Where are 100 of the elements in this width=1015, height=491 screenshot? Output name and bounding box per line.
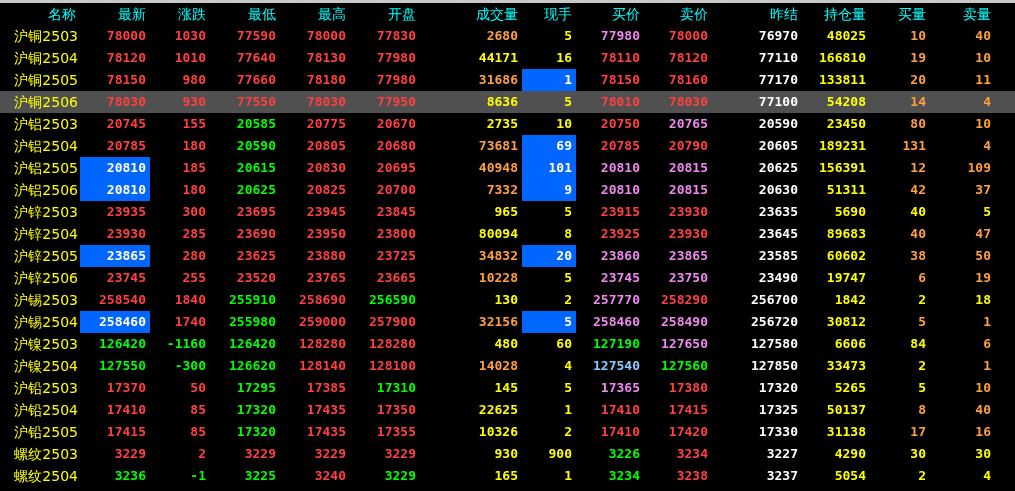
cell-value: 40 bbox=[975, 402, 991, 417]
column-header[interactable]: 卖量 bbox=[930, 3, 995, 25]
cell-value: 20815 bbox=[668, 160, 708, 175]
cell-value: 3225 bbox=[244, 468, 276, 483]
cell-value: 17410 bbox=[600, 402, 640, 417]
cell-value: 2680 bbox=[486, 28, 518, 43]
cell-value: 23695 bbox=[236, 204, 276, 219]
table-row[interactable]: 沪铜2503 78000 1030 77590 78000 77830 2680 5 77980 78000 76970 48025 10 40 bbox=[0, 25, 1015, 47]
cell-value: 76970 bbox=[758, 28, 798, 43]
cell-value: 23915 bbox=[600, 204, 640, 219]
cell-value: 258460 bbox=[593, 314, 640, 329]
column-header[interactable]: 最低 bbox=[210, 3, 280, 25]
cell-value: 3229 bbox=[314, 446, 346, 461]
cell-value: 5690 bbox=[834, 204, 866, 219]
column-header[interactable]: 最新 bbox=[80, 3, 150, 25]
table-row[interactable]: 沪铅2504 17410 85 17320 17435 17350 22625 1 17410 17415 17325 50137 8 40 bbox=[0, 399, 1015, 421]
cell-value: 300 bbox=[182, 204, 206, 219]
cell-value: 156391 bbox=[819, 160, 866, 175]
cell-value: 23635 bbox=[758, 204, 798, 219]
cell-value: 78000 bbox=[668, 28, 708, 43]
cell-value: 930 bbox=[494, 446, 518, 461]
cell-value: 77980 bbox=[600, 28, 640, 43]
table-row[interactable]: 沪铜2505 78150 980 77660 78180 77980 31686 1 78150 78160 77170 133811 20 11 bbox=[0, 69, 1015, 91]
cell-value: 23585 bbox=[758, 248, 798, 263]
column-header[interactable]: 最高 bbox=[280, 3, 350, 25]
cell-value: 20805 bbox=[306, 138, 346, 153]
cell-value: 31686 bbox=[478, 72, 518, 87]
table-row[interactable]: 沪锡2503 258540 1840 255910 258690 256590 130 2 257770 258290 256700 1842 2 18 bbox=[0, 289, 1015, 311]
table-row[interactable]: 沪铜2504 78120 1010 77640 78130 77980 44171 16 78110 78120 77110 166810 19 10 bbox=[0, 47, 1015, 69]
column-header[interactable]: 涨跌 bbox=[150, 3, 210, 25]
contract-name: 沪铜2505 bbox=[13, 71, 79, 90]
column-header[interactable]: 卖价 bbox=[644, 3, 712, 25]
cell-value: 23450 bbox=[826, 116, 866, 131]
cell-value: 17435 bbox=[306, 402, 346, 417]
table-row[interactable]: 沪锌2504 23930 285 23690 23950 23800 80094 8 23925 23930 23645 89683 40 47 bbox=[0, 223, 1015, 245]
cell-value: 10 bbox=[975, 50, 991, 65]
table-row[interactable]: 沪锡2504 258460 1740 255980 259000 257900 32156 5 258460 258490 256720 30812 5 1 bbox=[0, 311, 1015, 333]
table-row[interactable]: 沪铝2504 20785 180 20590 20805 20680 73681 69 20785 20790 20605 189231 131 4 bbox=[0, 135, 1015, 157]
cell-value: 17380 bbox=[668, 380, 708, 395]
cell-value: 23690 bbox=[236, 226, 276, 241]
table-row[interactable]: 沪锌2503 23935 300 23695 23945 23845 965 5 23915 23930 23635 5690 40 5 bbox=[0, 201, 1015, 223]
cell-value: 127650 bbox=[661, 336, 708, 351]
cell-value: 3226 bbox=[608, 446, 640, 461]
cell-value: 23765 bbox=[306, 270, 346, 285]
cell-value: 5 bbox=[564, 94, 572, 109]
cell-value: 3229 bbox=[114, 446, 146, 461]
contract-name: 沪铜2503 bbox=[13, 27, 79, 46]
cell-value: 40 bbox=[975, 28, 991, 43]
table-row[interactable]: 沪铝2503 20745 155 20585 20775 20670 2735 10 20750 20765 20590 23450 80 10 bbox=[0, 113, 1015, 135]
table-row[interactable]: 沪铅2503 17370 50 17295 17385 17310 145 5 17365 17380 17320 5265 5 10 bbox=[0, 377, 1015, 399]
cell-value: 3238 bbox=[676, 468, 708, 483]
cell-value: 23925 bbox=[600, 226, 640, 241]
table-row[interactable]: 沪镍2503 126420 -1160 126420 128280 128280 480 60 127190 127650 127580 6606 84 6 bbox=[0, 333, 1015, 355]
cell-value: 22625 bbox=[478, 402, 518, 417]
cell-value: 50137 bbox=[826, 402, 866, 417]
cell-value: 19 bbox=[910, 50, 926, 65]
table-row[interactable]: 沪锌2505 23865 280 23625 23880 23725 34832 20 23860 23865 23585 60602 38 50 bbox=[0, 245, 1015, 267]
selected-row[interactable]: 沪铜2506 78030 930 77550 78030 77950 8636 5 78010 78030 77100 54208 14 4 bbox=[0, 91, 1015, 113]
cell-value: 17330 bbox=[758, 424, 798, 439]
cell-value: 1740 bbox=[174, 314, 206, 329]
table-row[interactable]: 沪铅2505 17415 85 17320 17435 17355 10326 2 17410 17420 17330 31138 17 16 bbox=[0, 421, 1015, 443]
table-row[interactable]: 螺纹2504 3236 -1 3225 3240 3229 165 1 3234 3238 3237 5054 2 4 bbox=[0, 465, 1015, 487]
cell-value: 256720 bbox=[751, 314, 798, 329]
cell-value: 77830 bbox=[376, 28, 416, 43]
cell-value: 127190 bbox=[593, 336, 640, 351]
cell-value: 10 bbox=[556, 116, 572, 131]
cell-value: 16 bbox=[556, 50, 572, 65]
table-row[interactable]: 沪铝2506 20810 180 20625 20825 20700 7332 9 20810 20815 20630 51311 42 37 bbox=[0, 179, 1015, 201]
cell-value: 127550 bbox=[99, 358, 146, 373]
cell-value: 180 bbox=[182, 182, 206, 197]
contract-name: 沪锌2505 bbox=[13, 247, 79, 266]
cell-value: 60602 bbox=[826, 248, 866, 263]
cell-value: 17415 bbox=[106, 424, 146, 439]
column-header[interactable]: 持仓量 bbox=[802, 3, 870, 25]
cell-value: 23520 bbox=[236, 270, 276, 285]
contract-name: 沪锌2504 bbox=[13, 225, 79, 244]
table-row[interactable]: 沪铝2505 20810 185 20615 20830 20695 40948 101 20810 20815 20625 156391 12 109 bbox=[0, 157, 1015, 179]
cell-value: 20765 bbox=[668, 116, 708, 131]
cell-value: 20785 bbox=[106, 138, 146, 153]
column-header[interactable]: 买价 bbox=[576, 3, 644, 25]
cell-value: 4290 bbox=[834, 446, 866, 461]
cell-value: 2 bbox=[918, 292, 926, 307]
cell-value: 255910 bbox=[229, 292, 276, 307]
cell-value: 20815 bbox=[668, 182, 708, 197]
cell-value: 20625 bbox=[236, 182, 276, 197]
column-header[interactable]: 现手 bbox=[522, 3, 576, 25]
table-row[interactable]: 沪锌2506 23745 255 23520 23765 23665 10228 5 23745 23750 23490 19747 6 19 bbox=[0, 267, 1015, 289]
table-row[interactable]: 螺纹2503 3229 2 3229 3229 3229 930 900 3226 3234 3227 4290 30 30 bbox=[0, 443, 1015, 465]
cell-value: 257770 bbox=[593, 292, 640, 307]
column-header[interactable]: 开盘 bbox=[350, 3, 420, 25]
cell-value: 9 bbox=[564, 182, 572, 197]
cell-value: 73681 bbox=[478, 138, 518, 153]
cell-value: 20785 bbox=[600, 138, 640, 153]
column-header[interactable]: 买量 bbox=[870, 3, 930, 25]
cell-value: 127850 bbox=[751, 358, 798, 373]
column-header[interactable]: 成交量 bbox=[420, 3, 522, 25]
cell-value: 17350 bbox=[376, 402, 416, 417]
column-header[interactable]: 昨结 bbox=[712, 3, 802, 25]
table-row[interactable]: 沪镍2504 127550 -300 126620 128140 128100 14028 4 127540 127560 127850 33473 2 1 bbox=[0, 355, 1015, 377]
column-header[interactable]: 名称 bbox=[0, 3, 80, 25]
